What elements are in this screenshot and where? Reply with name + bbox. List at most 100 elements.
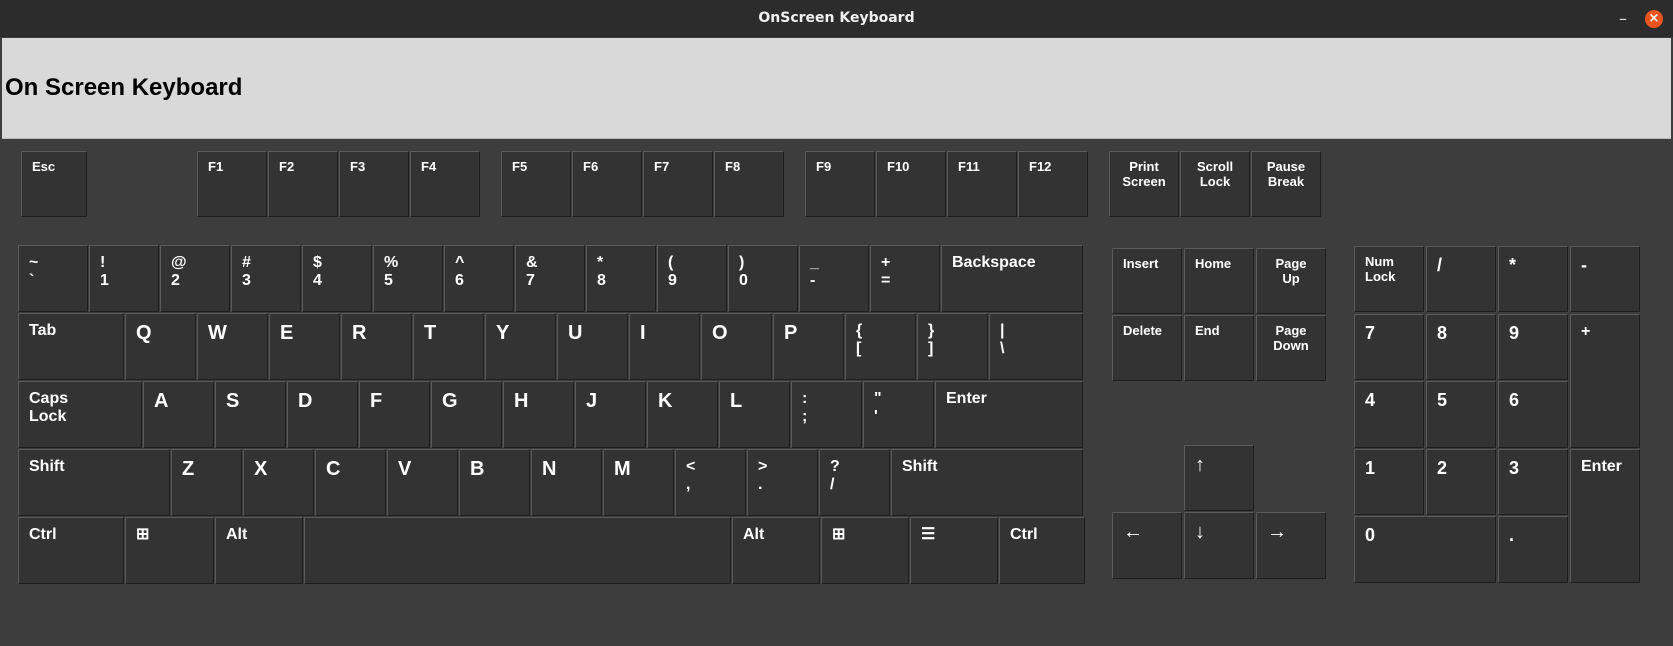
key-t[interactable]: T — [413, 313, 484, 380]
key-p[interactable]: P — [773, 313, 844, 380]
key-f5[interactable]: F5 — [501, 151, 571, 217]
key-u[interactable]: U — [557, 313, 628, 380]
key-w[interactable]: W — [197, 313, 268, 380]
key-page-down[interactable]: Page Down — [1256, 315, 1326, 381]
key-ctrl-left[interactable]: Ctrl — [18, 517, 124, 584]
key-s[interactable]: S — [215, 381, 286, 448]
key-esc[interactable]: Esc — [21, 151, 87, 217]
key-o[interactable]: O — [701, 313, 772, 380]
key-pause-break[interactable]: Pause Break — [1251, 151, 1321, 217]
key-f4[interactable]: F4 — [410, 151, 480, 217]
key-scroll-lock[interactable]: Scroll Lock — [1180, 151, 1250, 217]
key-f2[interactable]: F2 — [268, 151, 338, 217]
key-home[interactable]: Home — [1184, 248, 1254, 314]
key-i[interactable]: I — [629, 313, 700, 380]
key-insert[interactable]: Insert — [1112, 248, 1182, 314]
key-num-2[interactable]: 2 — [1426, 449, 1496, 515]
key-f1[interactable]: F1 — [197, 151, 267, 217]
minimize-button[interactable]: – — [1612, 6, 1634, 32]
key-3[interactable]: # 3 — [231, 245, 301, 312]
key-0[interactable]: ) 0 — [728, 245, 798, 312]
key-f11[interactable]: F11 — [947, 151, 1017, 217]
key-x[interactable]: X — [243, 449, 314, 516]
key-arrow-up[interactable]: ↑ — [1184, 445, 1254, 511]
key-num-6[interactable]: 6 — [1498, 381, 1568, 448]
key-num-4[interactable]: 4 — [1354, 381, 1424, 448]
key-print-screen[interactable]: Print Screen — [1109, 151, 1179, 217]
key-arrow-down[interactable]: ↓ — [1184, 512, 1254, 579]
key-arrow-right[interactable]: → — [1256, 512, 1326, 579]
key-backslash[interactable]: | \ — [989, 313, 1083, 380]
key-g[interactable]: G — [431, 381, 502, 448]
key-minus[interactable]: _ - — [799, 245, 869, 312]
key-bracket-right[interactable]: } ] — [917, 313, 988, 380]
key-e[interactable]: E — [269, 313, 340, 380]
key-equals[interactable]: + = — [870, 245, 940, 312]
key-r[interactable]: R — [341, 313, 412, 380]
key-space[interactable] — [304, 517, 731, 584]
key-7[interactable]: & 7 — [515, 245, 585, 312]
key-alt-right[interactable]: Alt — [732, 517, 820, 584]
key-f7[interactable]: F7 — [643, 151, 713, 217]
key-a[interactable]: A — [143, 381, 214, 448]
key-b[interactable]: B — [459, 449, 530, 516]
key-bracket-left[interactable]: { [ — [845, 313, 916, 380]
key-f6[interactable]: F6 — [572, 151, 642, 217]
key-num-multiply[interactable]: * — [1498, 246, 1568, 312]
key-semicolon[interactable]: : ; — [791, 381, 862, 448]
key-num-decimal[interactable]: . — [1498, 516, 1568, 583]
key-n[interactable]: N — [531, 449, 602, 516]
key-d[interactable]: D — [287, 381, 358, 448]
key-shift-left[interactable]: Shift — [18, 449, 170, 516]
key-f9[interactable]: F9 — [805, 151, 875, 217]
key-comma[interactable]: < , — [675, 449, 746, 516]
key-v[interactable]: V — [387, 449, 458, 516]
key-page-up[interactable]: Page Up — [1256, 248, 1326, 314]
key-num-0[interactable]: 0 — [1354, 516, 1496, 583]
key-backtick[interactable]: ~ ` — [18, 245, 88, 312]
key-backspace[interactable]: Backspace — [941, 245, 1083, 312]
key-j[interactable]: J — [575, 381, 646, 448]
key-c[interactable]: C — [315, 449, 386, 516]
key-slash[interactable]: ? / — [819, 449, 890, 516]
key-1[interactable]: ! 1 — [89, 245, 159, 312]
key-m[interactable]: M — [603, 449, 674, 516]
key-num-8[interactable]: 8 — [1426, 314, 1496, 380]
key-f[interactable]: F — [359, 381, 430, 448]
key-ctrl-right[interactable]: Ctrl — [999, 517, 1085, 584]
key-8[interactable]: * 8 — [586, 245, 656, 312]
key-menu[interactable]: ☰ — [910, 517, 998, 584]
key-f12[interactable]: F12 — [1018, 151, 1088, 217]
key-num-3[interactable]: 3 — [1498, 449, 1568, 515]
key-tab[interactable]: Tab — [18, 313, 124, 380]
key-windows-right[interactable]: ⊞ — [821, 517, 909, 584]
key-caps-lock[interactable]: Caps Lock — [18, 381, 142, 448]
key-h[interactable]: H — [503, 381, 574, 448]
key-num-1[interactable]: 1 — [1354, 449, 1424, 515]
key-q[interactable]: Q — [125, 313, 196, 380]
key-end[interactable]: End — [1184, 315, 1254, 381]
key-k[interactable]: K — [647, 381, 718, 448]
key-num-9[interactable]: 9 — [1498, 314, 1568, 380]
key-9[interactable]: ( 9 — [657, 245, 727, 312]
key-5[interactable]: % 5 — [373, 245, 443, 312]
key-alt-left[interactable]: Alt — [215, 517, 303, 584]
key-arrow-left[interactable]: ← — [1112, 512, 1182, 579]
key-num-plus[interactable]: + — [1570, 314, 1640, 448]
key-2[interactable]: @ 2 — [160, 245, 230, 312]
key-num-5[interactable]: 5 — [1426, 381, 1496, 448]
key-num-divide[interactable]: / — [1426, 246, 1496, 312]
key-num-7[interactable]: 7 — [1354, 314, 1424, 380]
key-f8[interactable]: F8 — [714, 151, 784, 217]
key-delete[interactable]: Delete — [1112, 315, 1182, 381]
key-num-enter[interactable]: Enter — [1570, 449, 1640, 583]
close-button[interactable]: × — [1645, 10, 1663, 28]
key-num-minus[interactable]: - — [1570, 246, 1640, 312]
key-num-lock[interactable]: Num Lock — [1354, 246, 1424, 312]
key-y[interactable]: Y — [485, 313, 556, 380]
key-windows-left[interactable]: ⊞ — [125, 517, 214, 584]
key-enter[interactable]: Enter — [935, 381, 1083, 448]
key-4[interactable]: $ 4 — [302, 245, 372, 312]
key-f10[interactable]: F10 — [876, 151, 946, 217]
key-f3[interactable]: F3 — [339, 151, 409, 217]
